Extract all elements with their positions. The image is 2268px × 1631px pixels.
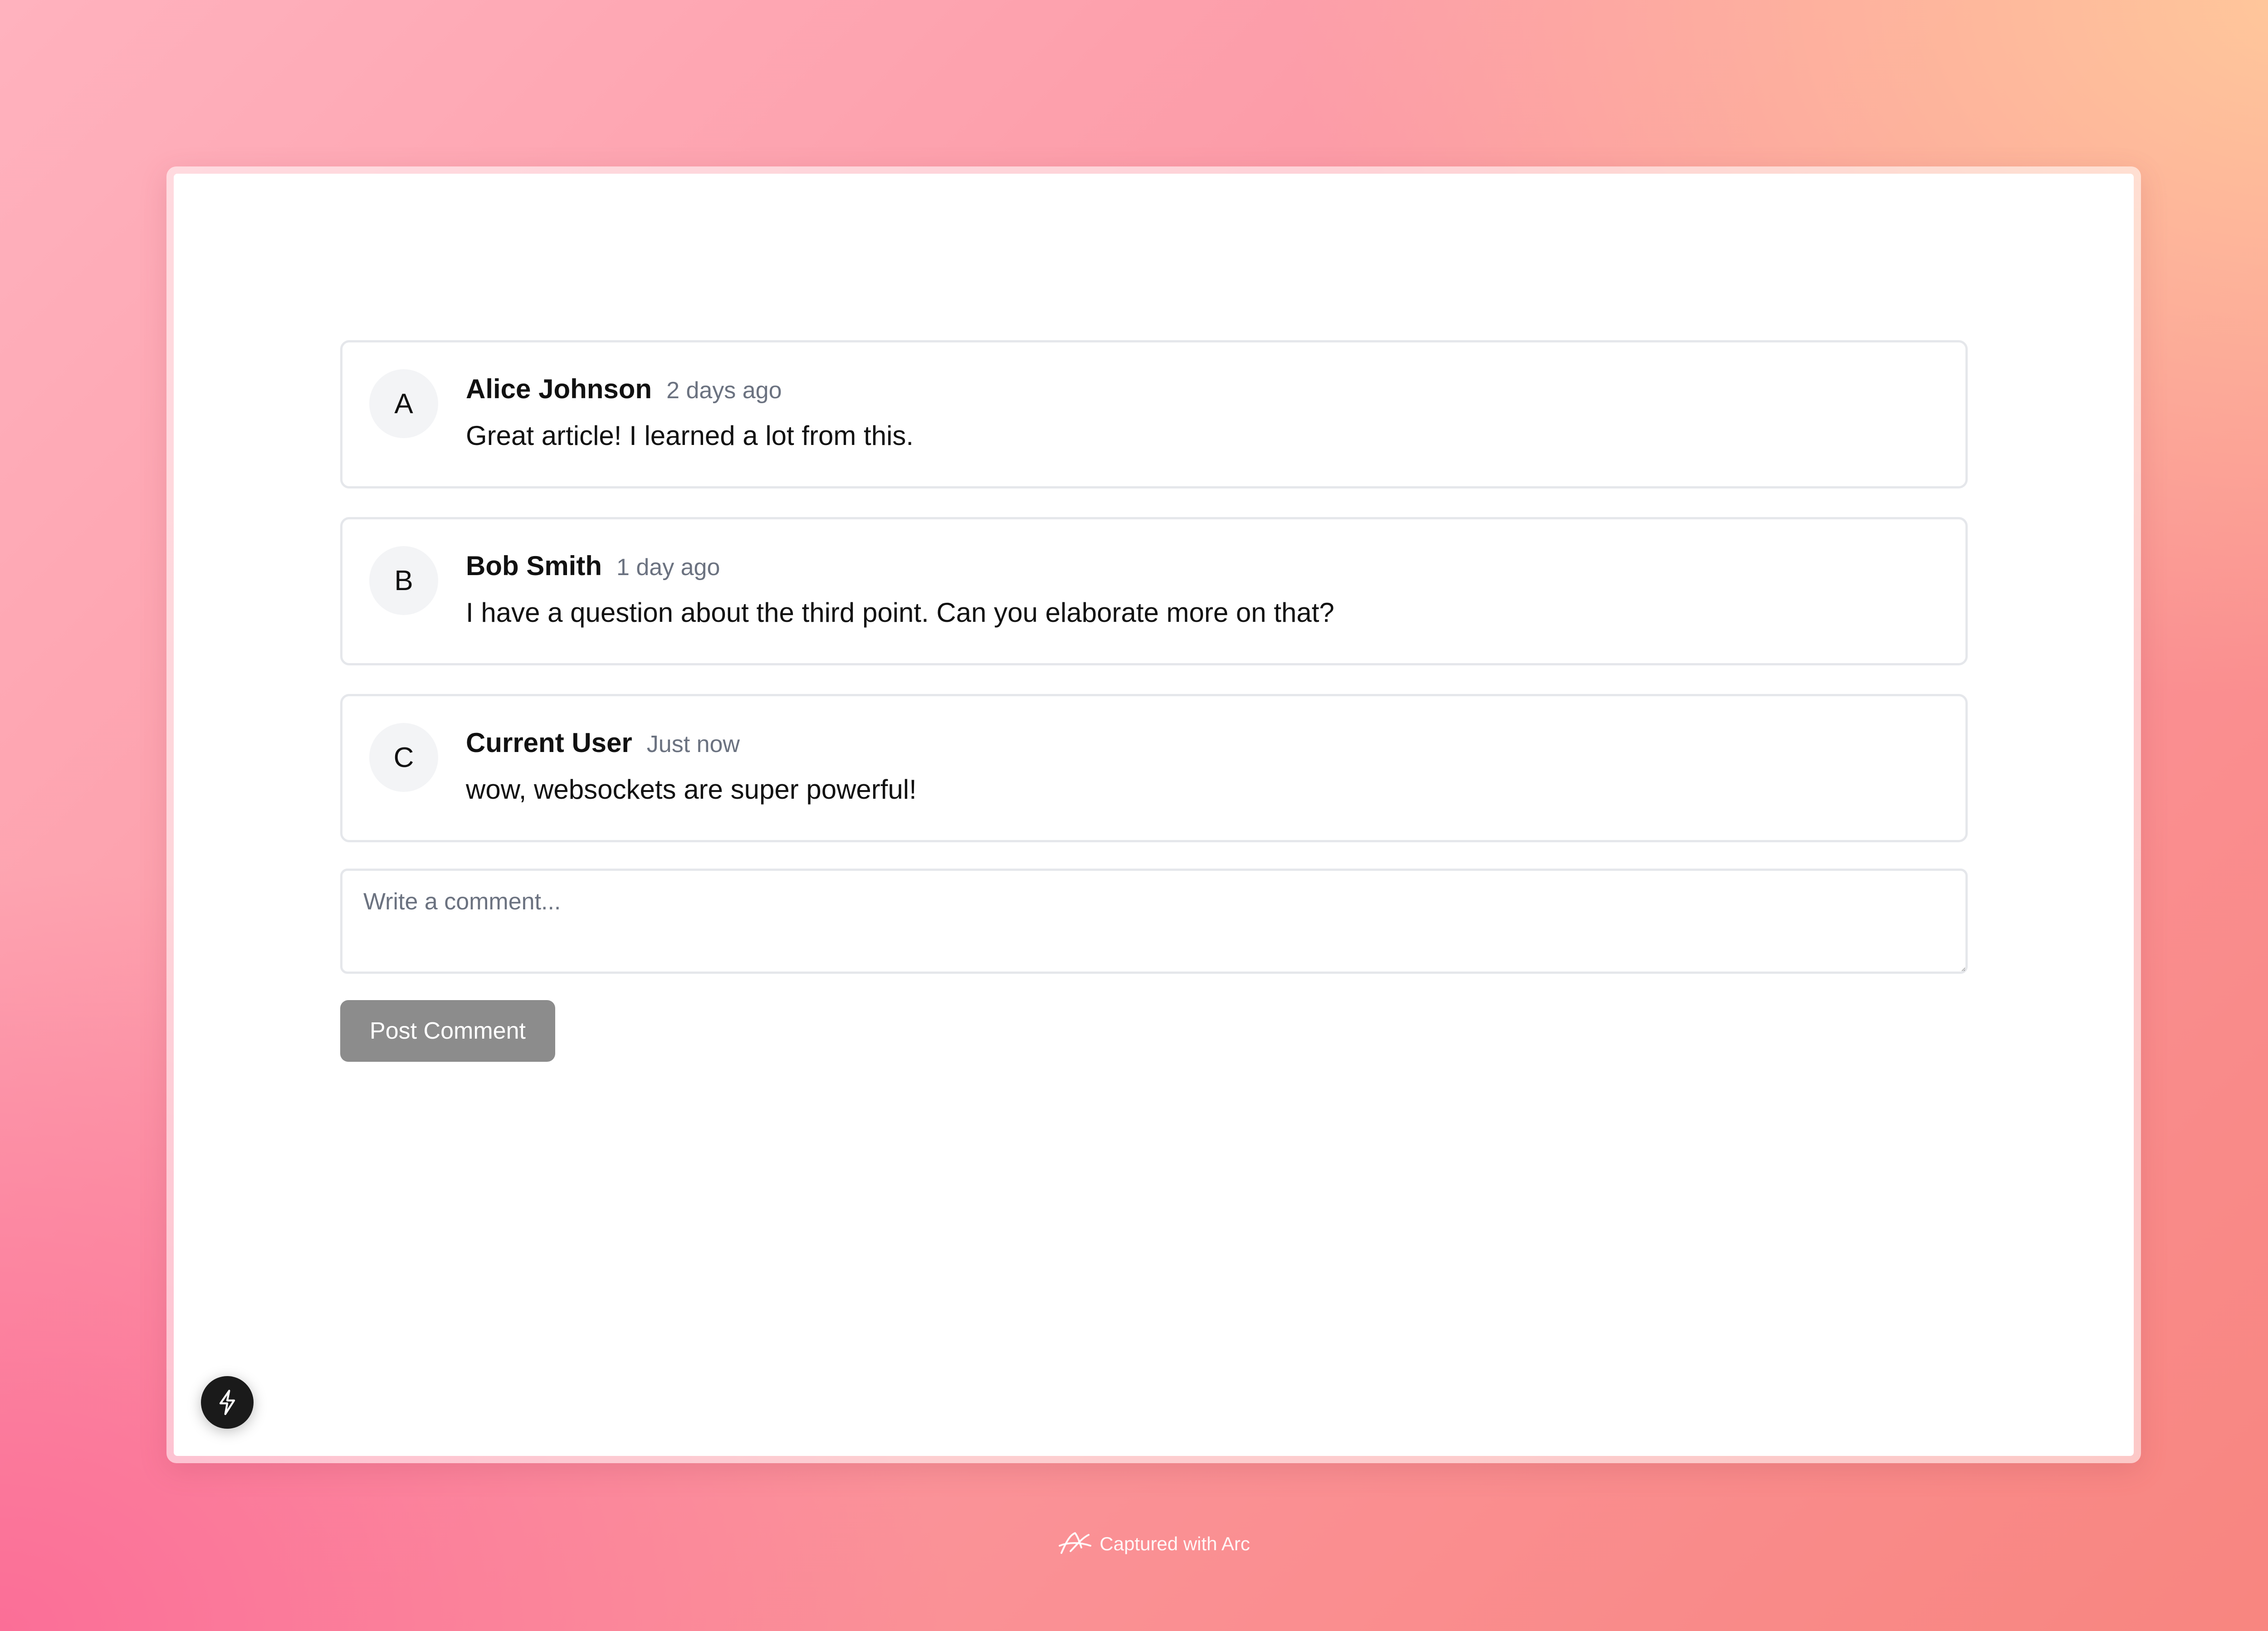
comment-author: Bob Smith [466, 551, 602, 581]
post-comment-button[interactable]: Post Comment [340, 1000, 555, 1062]
comment-timestamp: 1 day ago [616, 554, 720, 581]
dev-tools-button[interactable] [201, 1376, 254, 1429]
comment-section: A Alice Johnson 2 days ago Great article… [340, 340, 1968, 1062]
capture-credit-text: Captured with Arc [1100, 1533, 1250, 1554]
comment-card: C Current User Just now wow, websockets … [340, 694, 1968, 842]
comment-body: Current User Just now wow, websockets ar… [466, 727, 1938, 805]
comment-card: B Bob Smith 1 day ago I have a question … [340, 517, 1968, 665]
comment-text: Great article! I learned a lot from this… [466, 420, 914, 451]
comment-body: Alice Johnson 2 days ago Great article! … [466, 373, 1938, 451]
comment-card: A Alice Johnson 2 days ago Great article… [340, 340, 1968, 488]
comment-author: Current User [466, 728, 632, 758]
capture-credit: Captured with Arc [0, 1529, 2268, 1558]
page-viewport: A Alice Johnson 2 days ago Great article… [174, 174, 2134, 1456]
avatar: C [369, 723, 438, 792]
avatar: B [369, 546, 438, 615]
comment-author: Alice Johnson [466, 374, 652, 404]
comment-timestamp: Just now [646, 731, 740, 757]
comment-text: wow, websockets are super powerful! [466, 774, 917, 805]
lightning-bolt-icon [219, 1390, 235, 1415]
comment-header: Alice Johnson 2 days ago [466, 373, 1938, 405]
comment-body: Bob Smith 1 day ago I have a question ab… [466, 550, 1938, 628]
avatar: A [369, 369, 438, 438]
comment-timestamp: 2 days ago [666, 377, 782, 404]
browser-window: A Alice Johnson 2 days ago Great article… [166, 166, 2141, 1463]
comment-header: Current User Just now [466, 727, 1938, 758]
comment-text: I have a question about the third point.… [466, 597, 1334, 628]
comment-header: Bob Smith 1 day ago [466, 550, 1938, 581]
arc-logo-icon [1058, 1529, 1092, 1558]
comment-textarea[interactable] [340, 869, 1968, 974]
